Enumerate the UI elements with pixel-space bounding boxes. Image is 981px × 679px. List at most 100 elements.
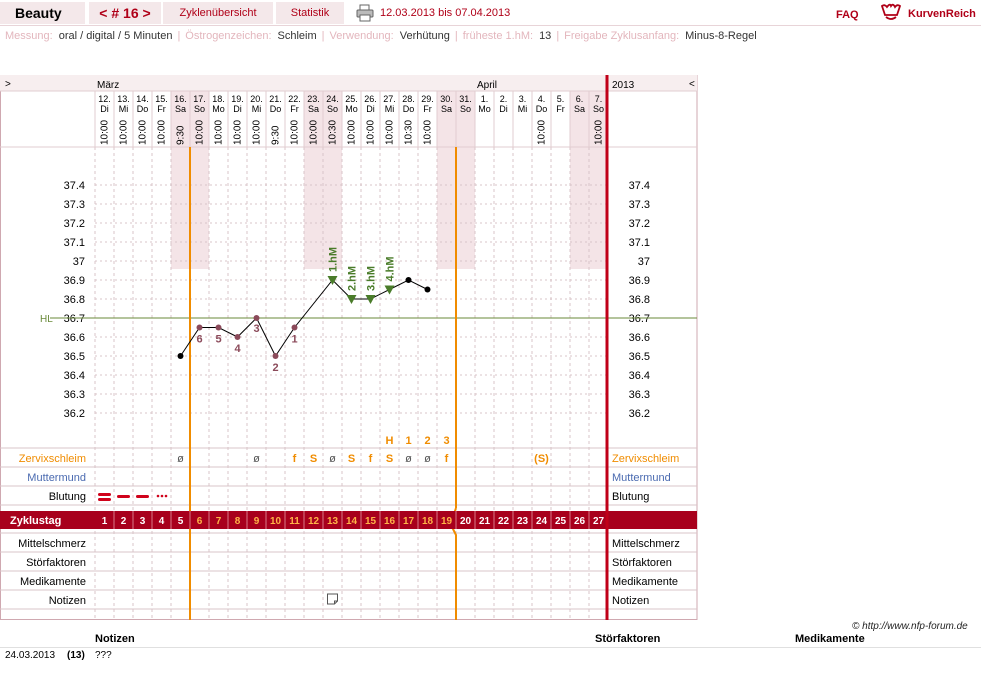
bleeding-mark [98, 493, 111, 496]
mucus-peak-label: H [386, 435, 394, 447]
day-date: 2. [500, 94, 508, 104]
logo-text: KurvenReich [908, 8, 976, 20]
row-label-disturbance-right: Störfaktoren [612, 557, 672, 569]
low-temp-label: 4 [234, 343, 241, 355]
row-label-meds: Medikamente [20, 576, 86, 588]
y-tick-left: 36.3 [64, 389, 85, 401]
day-weekday: Mi [119, 104, 129, 114]
day-date: 28. [402, 94, 415, 104]
day-date: 18. [212, 94, 225, 104]
cycle-day-number: 9 [254, 516, 260, 527]
y-tick-left: 37.2 [64, 218, 85, 230]
cycle-day-number: 18 [422, 516, 434, 527]
y-tick-right: 36.9 [629, 275, 650, 287]
day-date: 23. [307, 94, 320, 104]
day-time: 10:00 [119, 120, 130, 145]
row-label-notes-right: Notizen [612, 595, 649, 607]
month-label: März [97, 80, 119, 91]
col-notes: Notizen [95, 633, 135, 645]
y-tick-right: 36.4 [629, 370, 650, 382]
mucus-value: f [293, 453, 297, 465]
day-time: 10:00 [537, 120, 548, 145]
y-tick-right: 36.2 [629, 408, 650, 420]
cycle-day-number: 1 [102, 516, 108, 527]
day-date: 6. [576, 94, 584, 104]
meta-separator: | [454, 30, 458, 42]
day-weekday: Fr [423, 104, 432, 114]
day-time: 10:00 [347, 120, 358, 145]
day-date: 25. [345, 94, 358, 104]
day-time: 10:00 [366, 120, 377, 145]
mucus-value: ø [405, 453, 412, 465]
mucus-value: ø [424, 453, 431, 465]
row-label-cervix: Muttermund [27, 472, 86, 484]
mucus-value: f [445, 453, 449, 465]
y-tick-left: 37.3 [64, 199, 85, 211]
day-time: 10:30 [328, 120, 339, 145]
day-date: 26. [364, 94, 377, 104]
meta-value: Verhütung [399, 30, 450, 42]
day-weekday: Di [233, 104, 242, 114]
print-icon[interactable] [356, 4, 374, 22]
cycle-day-number: 14 [346, 516, 358, 527]
day-time: 10:00 [309, 120, 320, 145]
tab-statistics[interactable]: Statistik [276, 2, 344, 24]
row-label-cervix-right: Muttermund [612, 472, 671, 484]
cycle-day-number: 6 [197, 516, 203, 527]
y-tick-right: 37.2 [629, 218, 650, 230]
day-weekday: Mo [212, 104, 225, 114]
day-weekday: Sa [308, 104, 319, 114]
meta-value: Minus-8-Regel [685, 30, 757, 42]
low-temp-label: 1 [291, 334, 297, 346]
cycle-selector[interactable]: < # 16 > [89, 2, 161, 24]
temp-point-low [196, 324, 203, 331]
day-time: 10:00 [423, 120, 434, 145]
tab-cycle-overview[interactable]: Zyklenübersicht [163, 2, 273, 24]
temp-point-low [253, 315, 260, 321]
day-weekday: Fr [556, 104, 565, 114]
cycle-day-number: 15 [365, 516, 377, 527]
day-time: 10:00 [385, 120, 396, 145]
day-date: 16. [174, 94, 187, 104]
col-medications: Medikamente [795, 633, 865, 645]
cycle-day-number: 22 [498, 516, 510, 527]
notes-table-header: Notizen Störfaktoren Medikamente [0, 632, 981, 648]
mucus-peak-label: 2 [424, 435, 430, 447]
y-tick-right: 36.7 [629, 313, 650, 325]
day-time: 9:30 [271, 125, 282, 145]
row-label-notes: Notizen [49, 595, 86, 607]
bleeding-mark [164, 494, 168, 498]
y-tick-left: 36.4 [64, 370, 85, 382]
day-date: 15. [155, 94, 168, 104]
day-weekday: Di [100, 104, 109, 114]
day-date: 24. [326, 94, 339, 104]
y-tick-left: 37 [73, 256, 85, 268]
day-time: 10:00 [290, 120, 301, 145]
day-weekday: Mi [518, 104, 528, 114]
temp-point [177, 353, 184, 359]
cycle-day-number: 24 [536, 516, 548, 527]
cycle-day-number: 20 [460, 516, 472, 527]
day-date: 22. [288, 94, 301, 104]
app-title: Beauty [0, 2, 85, 24]
temp-point [424, 286, 431, 293]
cycle-day-number: 4 [159, 516, 165, 527]
day-date: 1. [481, 94, 489, 104]
high-temp-label: 2.hM [347, 266, 359, 291]
row-label-meds-right: Medikamente [612, 576, 678, 588]
mucus-value: (S) [534, 453, 549, 465]
faq-link[interactable]: FAQ [836, 4, 859, 26]
y-tick-right: 36.8 [629, 294, 650, 306]
col-disturbances: Störfaktoren [595, 633, 661, 645]
meta-key: Östrogenzeichen: [185, 30, 272, 42]
row-label-bleeding: Blutung [49, 491, 86, 503]
high-temp-label: 4.hM [385, 256, 397, 281]
day-weekday: Sa [574, 104, 585, 114]
day-time: 10:00 [100, 120, 111, 145]
cycle-day-number: 16 [384, 516, 396, 527]
y-tick-left: 36.8 [64, 294, 85, 306]
cycle-day-number: 5 [178, 516, 184, 527]
low-temp-label: 2 [272, 362, 278, 374]
day-weekday: Sa [175, 104, 186, 114]
y-tick-left: 37.4 [64, 180, 85, 192]
